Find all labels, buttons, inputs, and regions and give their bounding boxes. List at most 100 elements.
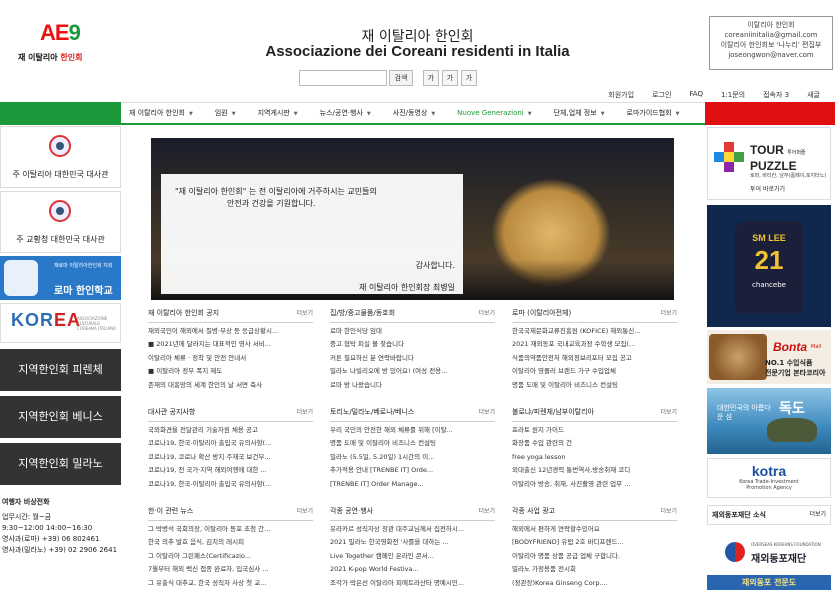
more-link[interactable]: 더보기 <box>478 308 495 318</box>
bonta-mall-ad[interactable]: Bonta Mall NO.1 수입식품 전문기업 본타코리아 <box>707 330 831 384</box>
chevron-down-icon: ▼ <box>675 111 680 117</box>
list-item[interactable]: free yoga lesson <box>512 451 677 464</box>
contact-email[interactable]: coreaniinitalia@gmail.com <box>710 30 832 40</box>
list-item[interactable]: 우리 국민의 안전한 해외 체류를 위해 [이탈... <box>330 424 495 437</box>
foundation-name: 재외동포재단 <box>751 554 807 565</box>
list-item[interactable]: [BODYFRIEND] 유럽 2호 바디프렌드... <box>512 536 677 549</box>
rome-korean-school-banner[interactable]: 재로마 이탈리아한인회 지회 로마 한인학교 <box>0 256 121 300</box>
education-banner[interactable]: 재외동포 전문도 <box>707 575 831 590</box>
tour-puzzle-ad[interactable]: TOUR 투어퍼즐 PUZZLE 로마, 바티칸, 남부(폼페이,포지타노) 투어… <box>707 127 831 200</box>
korea-cultural-association-banner[interactable]: KOREA ASSOCIAZIONE CULTURALE COREANA ITA… <box>0 303 121 343</box>
list-item[interactable]: 명품 도매 및 이탈리아 비즈니스 컨설팅 <box>512 379 677 392</box>
list-item[interactable]: 중고 협탁 피실 볼 찾습니다 <box>330 338 495 351</box>
list-item[interactable]: 그 박병석 국회의장, 이탈리아 등포 초청 간... <box>148 523 313 536</box>
list-item[interactable]: 이탈리아 방송, 취재, 사진촬영 관련 업무 ... <box>512 478 677 491</box>
list-item[interactable]: 코로나19, 한국-이탈리아 출입국 유의사항(... <box>148 478 313 491</box>
font-size-medium-button[interactable]: 가 <box>442 70 458 86</box>
list-item[interactable]: (정관장)Korea Ginseng Corp.... <box>512 577 677 590</box>
nav-item-officers[interactable]: 임원 ▼ <box>215 108 236 118</box>
list-item[interactable]: ■ 이탈리아 정부 폭지 제도 <box>148 365 313 378</box>
list-item[interactable]: 한국국제문화교류진흥원 (KOFICE) 해외통신... <box>512 325 677 338</box>
list-item[interactable]: 그 유출식 대추교, 한국 성직자 사상 첫 교... <box>148 577 313 590</box>
list-item[interactable]: 그 이탈리아 그린패스(Certificazio... <box>148 550 313 563</box>
overseas-koreans-foundation-banner[interactable]: OVERSEAS KOREANS FOUNDATION 재외동포재단 <box>707 536 831 572</box>
list-item[interactable]: 국외화견을 전달관리 기술자원 채용 공고 <box>148 424 313 437</box>
dokdo-ad[interactable]: 대한민국의 아름다운 섬 독도 <box>707 388 831 454</box>
more-link[interactable]: 더보기 <box>296 506 313 516</box>
embassy-italy-banner[interactable]: 주 이탈리아 대한민국 대사관 <box>0 126 121 188</box>
list-item[interactable]: 식품의약품안전처 해외정보리포터 모집 공고 <box>512 352 677 365</box>
list-item[interactable]: 코로나19, 한국-이탈리아 출입국 유의사항(... <box>148 437 313 450</box>
emergency-line: 영사과(로마) +39) 06 802461 <box>2 535 100 543</box>
nav-item-organizations[interactable]: 단체,업체 정보 ▼ <box>554 108 605 118</box>
more-link[interactable]: 더보기 <box>660 407 677 417</box>
region-milan-button[interactable]: 지역한인회 밀라노 <box>0 443 121 485</box>
list-item[interactable]: 이탈리아 명품 상품 공급 업체 구합니다. <box>512 550 677 563</box>
more-link[interactable]: 더보기 <box>660 308 677 318</box>
list-item[interactable]: 존재의 대흥망의 세계 한인의 날 서면 축사 <box>148 379 313 392</box>
list-item[interactable]: ■ 2021년에 달라지는 대표적인 영사 서비... <box>148 338 313 351</box>
embassy-holysee-banner[interactable]: 주 교황청 대한민국 대사관 <box>0 191 121 253</box>
more-link[interactable]: 더보기 <box>296 407 313 417</box>
list-item[interactable]: 프라토 원지 가이드 <box>512 424 677 437</box>
list-item[interactable]: 화장품 수입 관련의 건 <box>512 437 677 450</box>
list-item[interactable]: 재외국민이 해외에서 질병·부상 등 응급상황시... <box>148 325 313 338</box>
more-link[interactable]: 더보기 <box>809 506 830 524</box>
puzzle-cta[interactable]: 투어 바로가기 <box>750 184 785 193</box>
list-item[interactable]: 해외에서 편하게 연락할수있어요 <box>512 523 677 536</box>
list-item[interactable]: 한국 의추 발효 음식, 김치의 레시피 <box>148 536 313 549</box>
list-item[interactable]: 2021 밀라노 한국영화전 '사를을 대하는 ... <box>330 536 495 549</box>
font-size-small-button[interactable]: 가 <box>423 70 439 86</box>
list-item[interactable]: 이탈리아 영플러 브랜드 가구 수입업체 <box>512 365 677 378</box>
nav-item-nuove-generazioni[interactable]: Nuove Generazioni ▼ <box>457 109 531 117</box>
nav-item-association[interactable]: 재 이탈리아 한인회 ▼ <box>129 108 193 118</box>
jersey-name: SM LEE <box>752 233 786 243</box>
region-florence-button[interactable]: 지역한인회 피렌체 <box>0 349 121 391</box>
visitors-link[interactable]: 접속자 3 <box>754 90 798 100</box>
list-item[interactable]: 밀라노 가정용품 전시회 <box>512 563 677 576</box>
login-link[interactable]: 로그인 <box>643 90 680 100</box>
inquiry-link[interactable]: 1:1문의 <box>712 90 754 100</box>
list-item[interactable]: 외대출신 12년경력 통번역사,방송취재 코디 <box>512 464 677 477</box>
list-item[interactable]: 2021 K-pop World Festiva... <box>330 563 495 576</box>
list-item[interactable]: 밀라노 나빌리오에 방 있어요! (여성 전용... <box>330 365 495 378</box>
nav-item-regional-board[interactable]: 지역게시판 ▼ <box>258 108 298 118</box>
list-item[interactable]: 유라카르 성직자상 장관 대주교님께서 집전하시... <box>330 523 495 536</box>
list-item[interactable]: 커튼 필요하신 분 연락바랍니다 <box>330 352 495 365</box>
nav-item-news-events[interactable]: 뉴스/공연·행사 ▼ <box>320 108 371 118</box>
list-item[interactable]: 코로나19, 전 국가·지역 해외여행에 대한 ... <box>148 464 313 477</box>
search-input[interactable] <box>299 70 387 86</box>
contact-line: 이탈리아 한인회 <box>747 21 795 29</box>
contact-email[interactable]: joseongwon@naver.com <box>710 50 832 60</box>
list-item[interactable]: [TRENBE IT] Order Manage... <box>330 478 495 491</box>
list-item[interactable]: 코로나19, 코로나 확산 방지 주재국 보건부... <box>148 451 313 464</box>
hero-banner[interactable]: "재 이탈리아 한인회" 는 전 이탈리아에 거주하시는 교민들의 안전과 건강… <box>151 138 674 300</box>
more-link[interactable]: 더보기 <box>296 308 313 318</box>
font-size-large-button[interactable]: 가 <box>461 70 477 86</box>
more-link[interactable]: 더보기 <box>660 506 677 516</box>
signup-link[interactable]: 회원가입 <box>599 90 643 100</box>
new-posts-link[interactable]: 새글 <box>798 90 829 100</box>
list-item[interactable]: 이탈리아 체류 · 정착 및 안전 안내서 <box>148 352 313 365</box>
list-item[interactable]: 명품 도매 및 이탈리아 비즈니스 컨설팅 <box>330 437 495 450</box>
faq-link[interactable]: FAQ <box>680 90 712 100</box>
nav-item-photo-video[interactable]: 사진/동영상 ▼ <box>393 108 435 118</box>
nav-item-rome-guides[interactable]: 로마가이드협회 ▼ <box>627 108 680 118</box>
list-item[interactable]: 추가적용 안내 [TRENBE IT] Orde... <box>330 464 495 477</box>
list-item[interactable]: 2021 재외동포 국내교육과정 수학생 모집(... <box>512 338 677 351</box>
region-venice-button[interactable]: 지역한인회 베니스 <box>0 396 121 438</box>
more-link[interactable]: 더보기 <box>478 506 495 516</box>
list-item[interactable]: 7월부터 해외 백신 접종 완료자, 입국심사 ... <box>148 563 313 576</box>
list-item[interactable]: 밀라노 (5.5일, 5.20일) 1시간의 이... <box>330 451 495 464</box>
more-link[interactable]: 더보기 <box>478 407 495 417</box>
search-button[interactable]: 검색 <box>389 70 413 86</box>
list-item[interactable]: 로마 방 나왔습니다 <box>330 379 495 392</box>
list-item[interactable]: Live Together 캠페인 온라인 콘서... <box>330 550 495 563</box>
student-illustration-icon <box>4 260 38 296</box>
list-item[interactable]: 로마 한인식당 임대 <box>330 325 495 338</box>
board-business-ads: 각종 사업 광고 더보기 해외에서 편하게 연락할수있어요 [BODYFRIEND… <box>512 506 677 590</box>
kotra-ad[interactable]: kotra Korea Trade-Investment Promotion A… <box>707 458 831 498</box>
chevron-down-icon: ▼ <box>527 111 532 117</box>
jersey-ad[interactable]: SM LEE 21 chancebe <box>707 205 831 327</box>
list-item[interactable]: 조각가 박은선 이탈리아 피에트라산타 명예시민... <box>330 577 495 590</box>
